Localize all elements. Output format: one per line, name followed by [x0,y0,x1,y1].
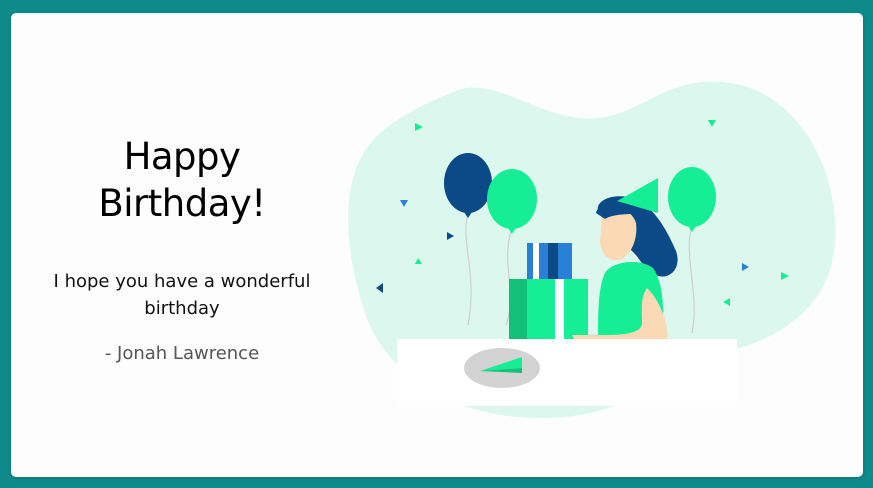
birthday-party-illustration [348,81,836,419]
gift-box-bottom [509,279,588,341]
birthday-card: Happy Birthday! I hope you have a wonder… [11,13,863,477]
table [397,339,737,406]
cake-plate [464,348,540,388]
card-title: Happy Birthday! [98,135,266,225]
card-message: I hope you have a wonderful birthday [53,271,311,319]
card-signature: - Jonah Lawrence [104,343,260,364]
card-text: Happy Birthday! I hope you have a wonder… [51,13,313,477]
gift-box-top [527,243,572,280]
